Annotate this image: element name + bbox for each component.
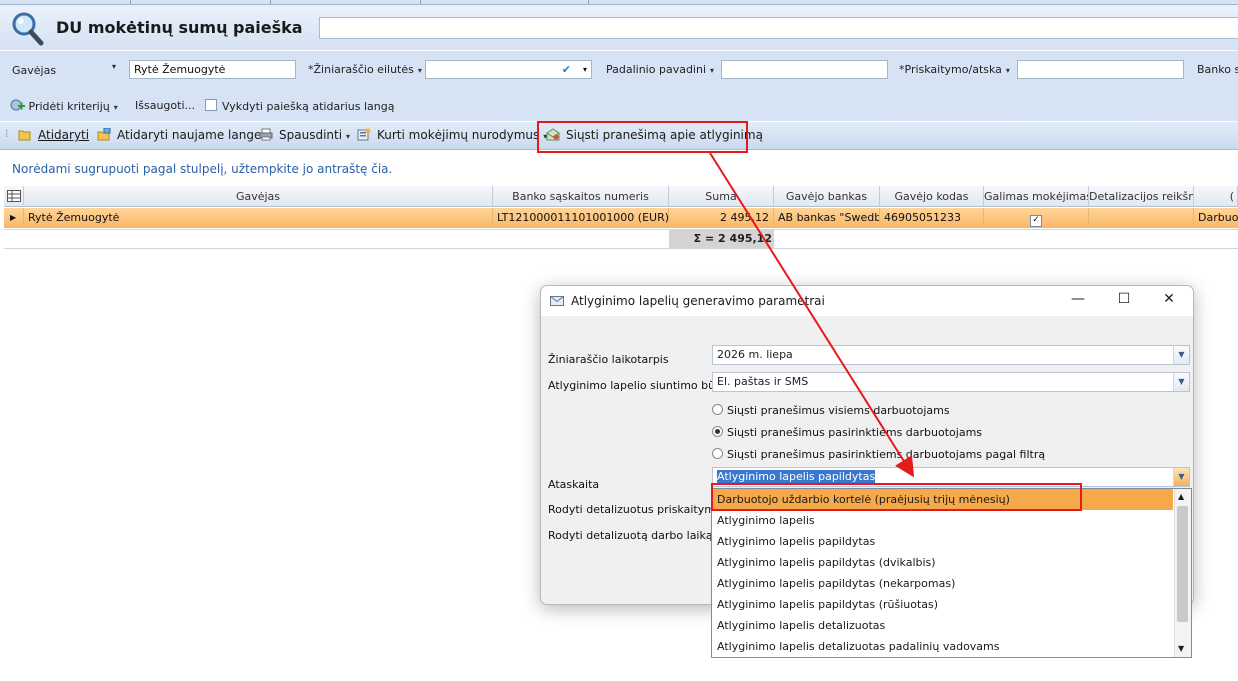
annotation-arrow [709,152,915,478]
